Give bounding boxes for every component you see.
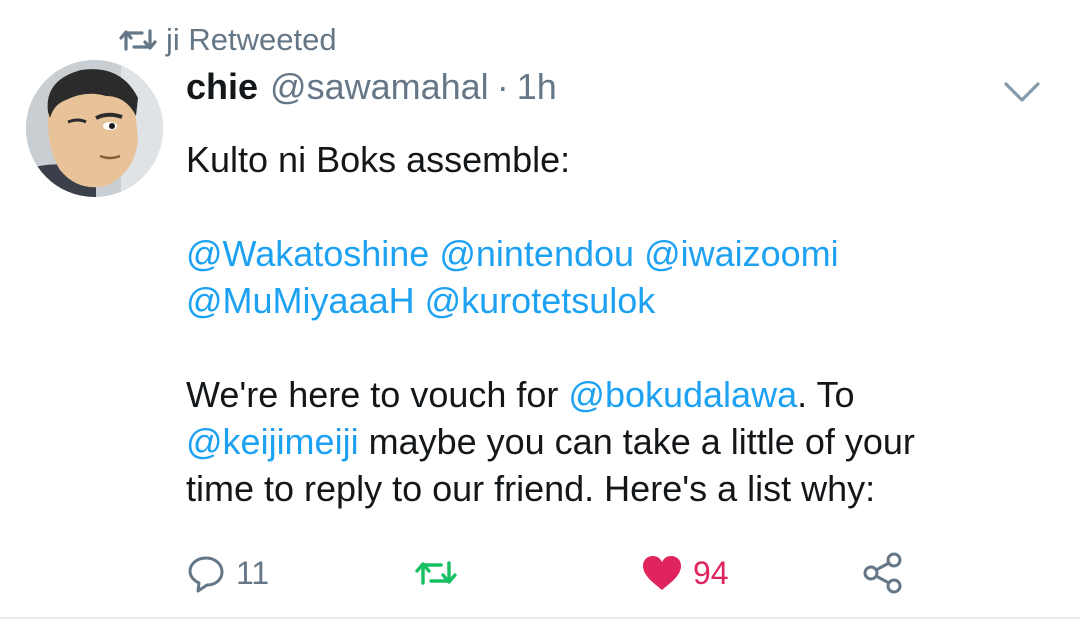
mention-link[interactable]: @Wakatoshine — [186, 233, 429, 274]
like-button[interactable]: 94 — [641, 548, 729, 598]
more-options-button[interactable] — [1000, 76, 1044, 106]
mention-link[interactable]: @iwaizoomi — [644, 233, 839, 274]
action-bar: 11 94 — [186, 548, 1066, 598]
mention-link[interactable]: @MuMiyaaaH — [186, 280, 415, 321]
mentions-line-2: @MuMiyaaaH @kurotetsulok — [186, 277, 1046, 324]
tweet-text: Kulto ni Boks assemble: @Wakatoshine @ni… — [186, 136, 1046, 512]
chevron-down-icon — [1004, 82, 1040, 102]
tweet-line: @keijimeiji maybe you can take a little … — [186, 418, 1046, 465]
mention-link[interactable]: @bokudalawa — [568, 374, 797, 415]
like-count: 94 — [693, 554, 729, 591]
retweet-icon — [415, 561, 457, 585]
header-separator: · — [496, 66, 509, 107]
avatar[interactable] — [26, 60, 163, 197]
author-name[interactable]: chie — [186, 66, 258, 108]
reply-count: 11 — [236, 554, 270, 591]
retweet-button[interactable] — [414, 548, 468, 598]
mention-link[interactable]: @keijimeiji — [186, 421, 359, 462]
mentions-line-1: @Wakatoshine @nintendou @iwaizoomi — [186, 230, 1046, 277]
share-button[interactable] — [862, 548, 904, 598]
heart-icon — [643, 556, 681, 590]
tweet-header: chie @sawamahal · 1h — [186, 66, 557, 114]
tweet-time[interactable]: 1h — [517, 66, 557, 108]
mention-link[interactable]: @nintendou — [439, 233, 634, 274]
tweet-text-span: . To — [797, 374, 855, 415]
retweet-icon — [119, 29, 157, 51]
tweet-line: time to reply to our friend. Here's a li… — [186, 468, 876, 509]
tweet-text-span: We're here to vouch for — [186, 374, 569, 415]
tweet-line: We're here to vouch for @bokudalawa. To — [186, 371, 1046, 418]
mention-link[interactable]: @kurotetsulok — [425, 280, 656, 321]
avatar-image — [26, 60, 163, 197]
share-icon — [863, 552, 902, 594]
social-context[interactable]: ji Retweeted — [118, 20, 337, 60]
author-handle[interactable]: @sawamahal — [270, 66, 489, 108]
retweeted-by-label[interactable]: ji Retweeted — [166, 22, 337, 58]
reply-icon — [188, 556, 224, 593]
tweet-line: Kulto ni Boks assemble: — [186, 139, 571, 180]
tweet-text-span: maybe you can take a little of your — [358, 421, 915, 462]
reply-button[interactable]: 11 — [186, 548, 269, 598]
